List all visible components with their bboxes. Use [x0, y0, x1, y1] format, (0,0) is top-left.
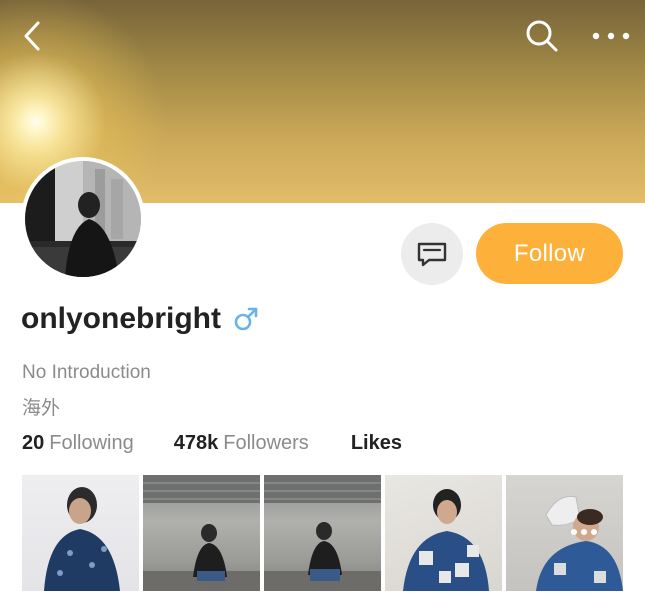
more-button[interactable]	[586, 20, 636, 52]
post-image	[264, 475, 381, 591]
post-image	[536, 495, 623, 591]
followers-label: Followers	[223, 432, 309, 454]
post-thumbnail[interactable]	[22, 475, 139, 591]
post-image	[143, 475, 260, 591]
post-thumbnail[interactable]	[385, 475, 502, 591]
username-row: onlyonebright	[21, 302, 259, 336]
post-image	[403, 489, 489, 591]
search-button[interactable]	[520, 16, 564, 56]
post-thumbnail[interactable]	[264, 475, 381, 591]
message-icon	[417, 242, 447, 267]
avatar-image	[25, 161, 141, 277]
post-image	[44, 487, 120, 591]
following-label: Following	[49, 432, 134, 454]
post-thumbnail[interactable]	[143, 475, 260, 591]
back-button[interactable]	[12, 16, 52, 56]
username: onlyonebright	[21, 302, 221, 335]
message-button[interactable]	[401, 223, 463, 285]
multi-image-indicator	[571, 529, 597, 535]
avatar[interactable]	[21, 157, 145, 281]
following-count: 20	[22, 432, 45, 454]
search-icon	[526, 20, 558, 52]
followers-count: 478k	[173, 432, 219, 454]
more-horizontal-icon	[592, 32, 630, 40]
following-stat[interactable]: 20 Following	[22, 432, 134, 455]
follow-button[interactable]: Follow	[476, 223, 623, 284]
followers-stat[interactable]: 478k Followers	[174, 432, 309, 455]
post-thumbnail[interactable]	[506, 475, 623, 591]
introduction-text: No Introduction	[22, 362, 151, 383]
male-symbol-icon	[233, 306, 259, 332]
likes-stat[interactable]: Likes	[351, 432, 402, 455]
profile-stats: 20 Following 478k Followers Likes	[22, 432, 442, 455]
chevron-left-icon	[24, 21, 40, 51]
post-grid	[22, 475, 623, 591]
region-text: 海外	[22, 398, 61, 419]
